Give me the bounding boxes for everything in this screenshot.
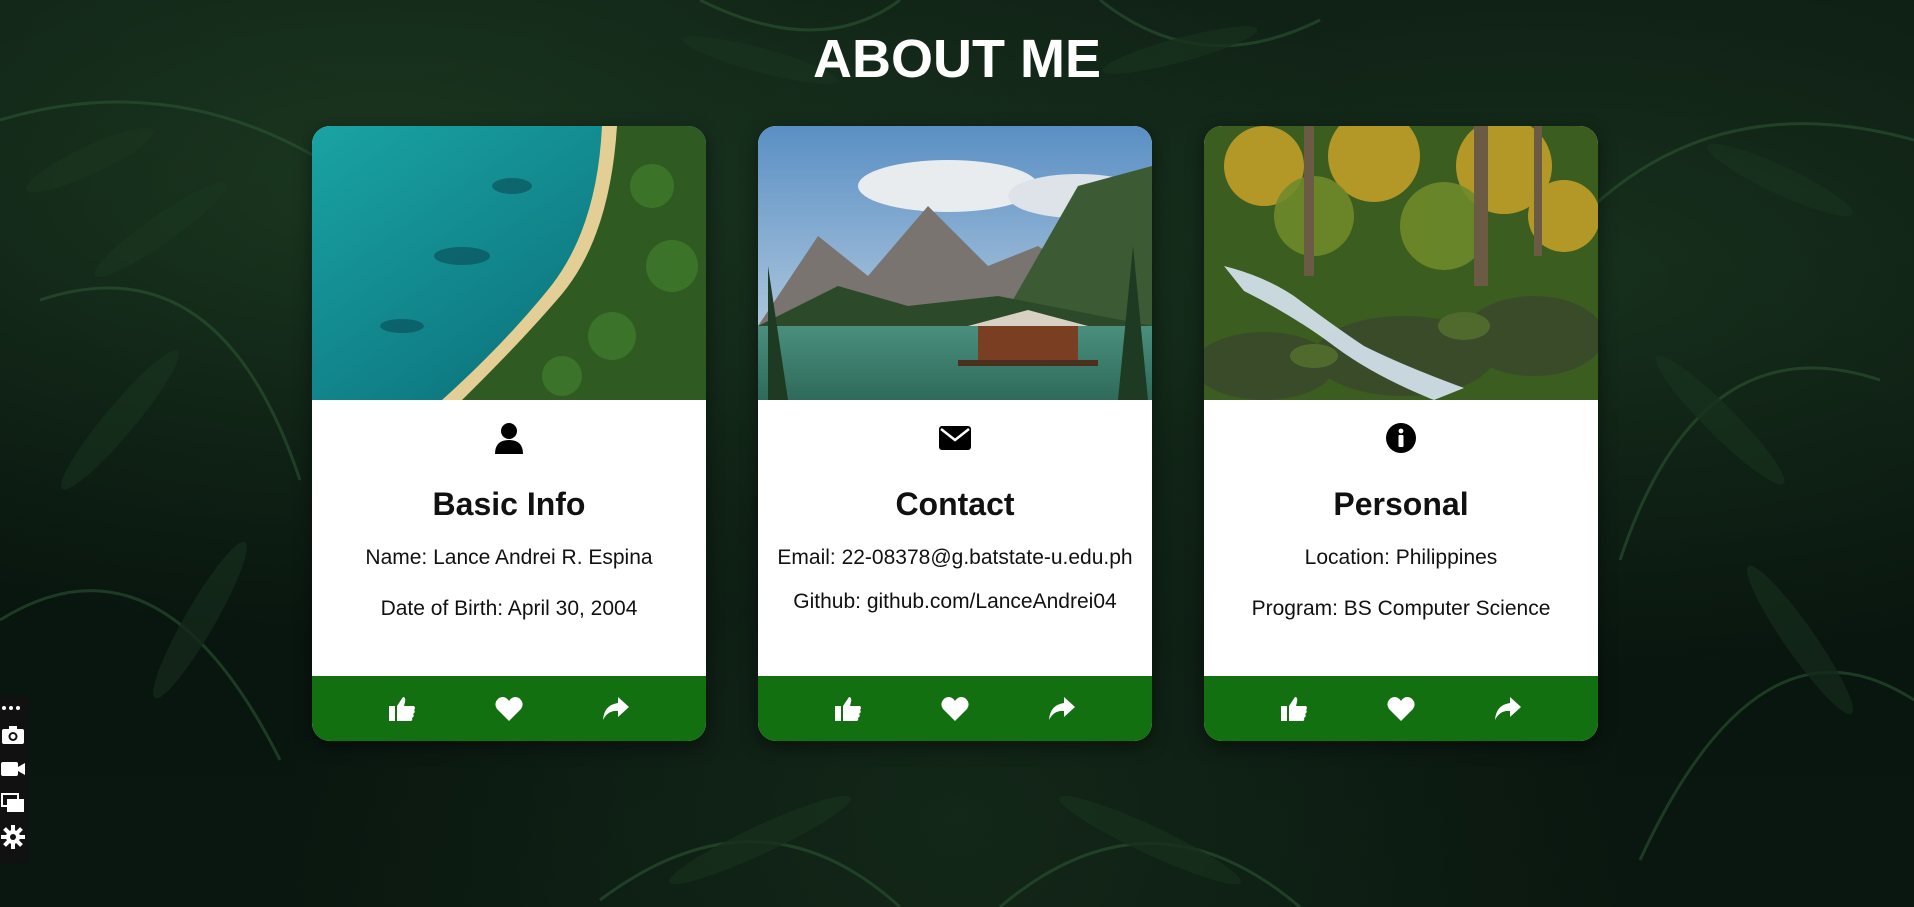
share-icon[interactable]	[1046, 693, 1078, 725]
card-line-name: Name: Lance Andrei R. Espina	[365, 546, 653, 569]
beach-aerial-image	[312, 126, 706, 400]
video-icon[interactable]	[0, 755, 26, 783]
card-body: Contact Email: 22-08378@g.batstate-u.edu…	[758, 400, 1152, 676]
info-circle-icon	[1383, 420, 1419, 456]
card-footer	[312, 676, 706, 741]
card-footer	[1204, 676, 1598, 741]
card-title: Personal	[1333, 486, 1469, 522]
more-icon[interactable]	[0, 701, 22, 715]
card-image-forest-waterfall	[1204, 126, 1598, 400]
card-line-program: Program: BS Computer Science	[1251, 597, 1551, 620]
forest-waterfall-image	[1204, 126, 1598, 400]
gear-icon[interactable]	[0, 823, 26, 851]
page-title: ABOUT ME	[813, 29, 1101, 89]
card-contact: Contact Email: 22-08378@g.batstate-u.edu…	[758, 126, 1152, 741]
heart-icon[interactable]	[493, 693, 525, 725]
card-title: Basic Info	[432, 486, 586, 522]
card-body: Personal Location: Philippines Program: …	[1204, 400, 1598, 676]
card-basic-info: Basic Info Name: Lance Andrei R. Espina …	[312, 126, 706, 741]
card-image-beach	[312, 126, 706, 400]
thumbs-up-icon[interactable]	[832, 693, 864, 725]
card-line-location: Location: Philippines	[1304, 546, 1498, 569]
card-line-github: Github: github.com/LanceAndrei04	[793, 590, 1117, 613]
card-personal: Personal Location: Philippines Program: …	[1204, 126, 1598, 741]
heart-icon[interactable]	[939, 693, 971, 725]
card-footer	[758, 676, 1152, 741]
card-line-birthdate: Date of Birth: April 30, 2004	[380, 597, 638, 620]
share-icon[interactable]	[600, 693, 632, 725]
user-icon	[491, 420, 527, 456]
side-toolbar	[0, 697, 28, 863]
windows-icon[interactable]	[0, 789, 26, 817]
card-line-email: Email: 22-08378@g.batstate-u.edu.ph	[777, 546, 1133, 569]
share-icon[interactable]	[1492, 693, 1524, 725]
cards-container: Basic Info Name: Lance Andrei R. Espina …	[312, 126, 1598, 741]
heart-icon[interactable]	[1385, 693, 1417, 725]
mountain-lake-image	[758, 126, 1152, 400]
thumbs-up-icon[interactable]	[1278, 693, 1310, 725]
envelope-icon	[937, 420, 973, 456]
camera-icon[interactable]	[0, 721, 26, 749]
card-title: Contact	[895, 486, 1015, 522]
card-image-mountain-lake	[758, 126, 1152, 400]
thumbs-up-icon[interactable]	[386, 693, 418, 725]
card-body: Basic Info Name: Lance Andrei R. Espina …	[312, 400, 706, 676]
